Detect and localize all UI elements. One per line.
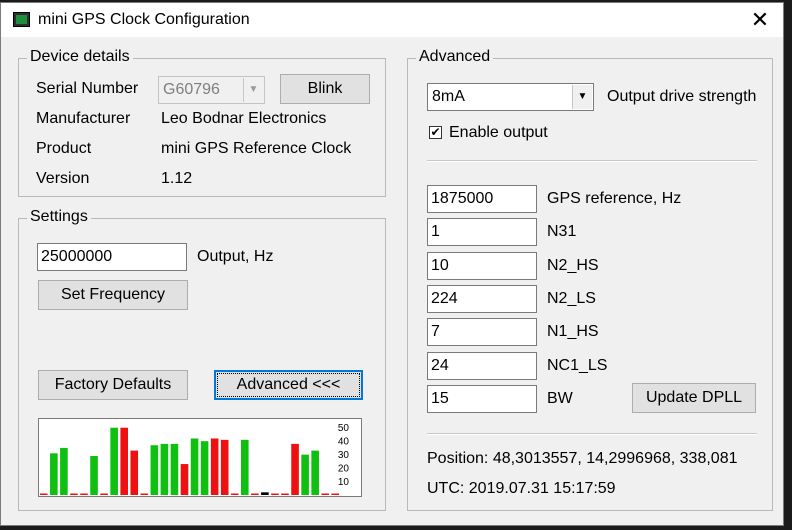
serial-number-select: G60796 ▼: [158, 76, 265, 104]
config-window: mini GPS Clock Configuration ✕ Device de…: [0, 2, 784, 526]
chart-bar-5: [80, 493, 88, 495]
chart-bar-12: [150, 445, 159, 495]
product-value: mini GPS Reference Clock: [161, 140, 352, 157]
advanced-toggle-button[interactable]: Advanced <<<: [214, 370, 363, 400]
chart-bar-27: [301, 454, 309, 495]
chart-bar-15: [180, 464, 189, 495]
bw-input[interactable]: [427, 384, 537, 413]
version-value: 1.12: [161, 170, 193, 187]
chart-bar-28: [311, 450, 319, 495]
nc1-ls-input[interactable]: [427, 351, 537, 380]
n2-hs-input[interactable]: [427, 251, 537, 280]
chevron-down-icon[interactable]: ▼: [572, 85, 592, 109]
bw-label: BW: [547, 389, 573, 407]
chart-bar-7: [100, 493, 108, 495]
chart-tick-label: 50: [338, 423, 350, 434]
check-icon: ✔: [430, 125, 441, 139]
chart-tick-label: 10: [338, 477, 350, 488]
chart-bar-13: [160, 443, 169, 495]
chart-bar-19: [220, 439, 229, 495]
signal-strength-chart: 50 40 30 20 10: [38, 418, 362, 497]
n1-hs-label: N1_HS: [547, 323, 599, 341]
device-details-legend: Device details: [27, 48, 133, 66]
chart-bar-9: [120, 427, 128, 495]
product-label: Product: [36, 140, 92, 157]
n1-hs-input[interactable]: [427, 318, 537, 347]
nc1-ls-label: NC1_LS: [547, 356, 608, 374]
version-label: Version: [36, 170, 90, 187]
close-icon[interactable]: ✕: [745, 6, 775, 34]
chart-bar-25: [281, 493, 289, 495]
chart-bar-29: [321, 493, 329, 495]
chart-bar-8: [110, 427, 118, 495]
window-title: mini GPS Clock Configuration: [38, 11, 250, 28]
n31-input[interactable]: [427, 218, 537, 247]
chart-bar-23: [261, 492, 269, 495]
chart-bar-30: [331, 493, 340, 495]
n2-ls-label: N2_LS: [547, 289, 596, 307]
serial-number-label: Serial Number: [36, 80, 139, 97]
chart-tick-label: 30: [338, 450, 350, 461]
utc-readout: UTC: 2019.07.31 15:17:59: [427, 480, 616, 497]
serial-number-value: G60796: [163, 81, 220, 98]
set-frequency-button[interactable]: Set Frequency: [38, 280, 188, 310]
chart-bar-14: [170, 443, 179, 495]
n2-hs-label: N2_HS: [547, 256, 599, 274]
title-bar[interactable]: mini GPS Clock Configuration ✕: [1, 3, 783, 37]
chevron-down-icon: ▼: [243, 78, 263, 102]
position-readout: Position: 48,3013557, 14,2996968, 338,08…: [427, 450, 738, 467]
blink-button[interactable]: Blink: [280, 74, 370, 104]
factory-defaults-button[interactable]: Factory Defaults: [38, 370, 188, 400]
drive-strength-select[interactable]: 8mA ▼: [427, 83, 594, 111]
chart-bar-22: [251, 493, 259, 495]
chart-bar-1: [40, 493, 48, 495]
n2-ls-input[interactable]: [427, 284, 537, 313]
settings-legend: Settings: [27, 208, 91, 226]
n31-label: N31: [547, 223, 577, 241]
chart-bar-11: [140, 493, 149, 495]
chart-bar-21: [241, 439, 249, 495]
advanced-separator-bottom: [427, 433, 757, 435]
advanced-separator-top: [427, 160, 757, 162]
chart-bar-4: [70, 493, 78, 495]
output-frequency-input[interactable]: [37, 243, 187, 271]
manufacturer-value: Leo Bodnar Electronics: [161, 110, 327, 127]
gps-reference-input[interactable]: [427, 185, 537, 213]
enable-output-checkbox[interactable]: ✔: [429, 126, 442, 139]
chart-bar-17: [200, 441, 209, 495]
update-dpll-button[interactable]: Update DPLL: [632, 383, 756, 413]
chart-tick-label: 20: [338, 464, 350, 475]
chart-bar-24: [271, 493, 279, 495]
app-icon: [13, 12, 30, 27]
chart-bar-18: [210, 438, 219, 495]
enable-output-label: Enable output: [449, 124, 548, 141]
chart-bar-26: [291, 443, 299, 495]
gps-reference-label: GPS reference, Hz: [547, 190, 682, 207]
chart-bar-6: [90, 455, 98, 495]
device-details-group: Device details Serial Number G60796 ▼ Bl…: [18, 48, 386, 197]
manufacturer-label: Manufacturer: [36, 110, 131, 127]
chart-bar-16: [190, 438, 199, 495]
chart-tick-label: 40: [338, 437, 350, 448]
advanced-legend: Advanced: [416, 48, 494, 66]
chart-bar-10: [130, 450, 139, 495]
chart-bar-20: [230, 493, 239, 495]
drive-strength-label: Output drive strength: [607, 88, 757, 105]
chart-bar-2: [50, 453, 58, 495]
drive-strength-value: 8mA: [432, 88, 465, 105]
chart-bar-3: [60, 447, 68, 495]
signal-chart-svg: 50 40 30 20 10: [40, 423, 350, 495]
advanced-group: Advanced 8mA ▼ Output drive strength ✔ E…: [407, 48, 773, 511]
output-hz-label: Output, Hz: [197, 248, 274, 265]
